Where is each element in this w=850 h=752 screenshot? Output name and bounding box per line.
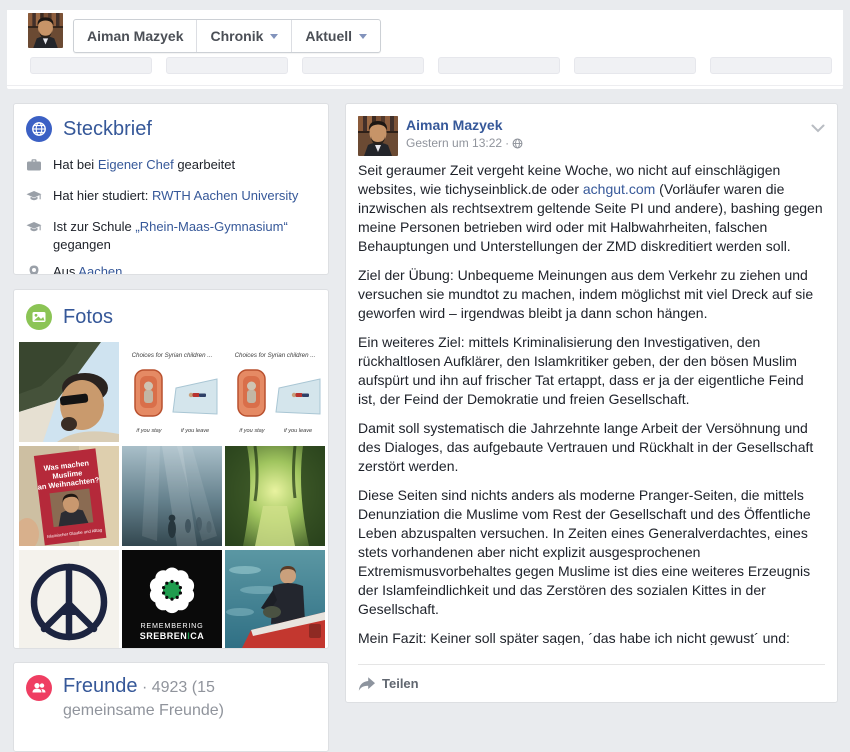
share-label: Teilen [382, 676, 419, 691]
photo-cartoon-choices-2[interactable]: Choices for Syrian children ... if you s… [225, 342, 325, 442]
hidden-card-stub [166, 57, 288, 74]
graduation-cap-icon [26, 218, 42, 254]
steckbrief-title: Steckbrief [63, 116, 152, 142]
tab-chronik-label: Chronik [210, 28, 263, 44]
photo-grid: Choices for Syrian children ... if you s… [19, 342, 323, 649]
profile-tab-bar: Aiman Mazyek Chronik Aktuell [73, 19, 381, 53]
cartoon-caption-stay: if you stay [136, 428, 162, 434]
hidden-card-stub [438, 57, 560, 74]
post-body: Seit geraumer Zeit vergeht keine Woche, … [346, 151, 837, 645]
tab-aktuell-label: Aktuell [305, 28, 352, 44]
link-achgut[interactable]: achgut.com [583, 181, 655, 197]
cartoon-title: Choices for Syrian children ... [235, 352, 316, 359]
steckbrief-row-university: Hat hier studiert: RWTH Aachen Universit… [26, 187, 316, 209]
fotos-title: Fotos [63, 304, 113, 330]
link-eigener-chef[interactable]: Eigener Chef [98, 157, 174, 172]
profile-nav-band: Aiman Mazyek Chronik Aktuell [7, 10, 843, 89]
photos-icon [26, 304, 52, 330]
portrait-image [28, 13, 63, 48]
fotos-header: Fotos [14, 290, 328, 342]
share-icon [358, 677, 375, 691]
photo-peace-eiffel[interactable] [19, 550, 119, 649]
globe-icon [26, 116, 52, 142]
post-card: Aiman Mazyek Gestern um 13:22 · Seit ger… [345, 103, 838, 703]
tab-chronik[interactable]: Chronik [197, 20, 292, 52]
row-text: Ist zur Schule [53, 219, 135, 234]
svg-text:SREBRENICA: SREBRENICA [140, 631, 205, 641]
row-text: gearbeitet [174, 157, 235, 172]
photo-man-mountain[interactable] [19, 342, 119, 442]
chevron-down-icon [270, 34, 278, 39]
photo-srebrenica[interactable]: REMEMBERING SREBRENICA [122, 550, 222, 649]
post-meta: Gestern um 13:22 · [406, 135, 825, 151]
hidden-card-stub [30, 57, 152, 74]
privacy-globe-icon [512, 138, 523, 149]
post-paragraph: Diese Seiten sind nichts anders als mode… [358, 486, 825, 619]
cartoon-caption-stay: if you stay [239, 428, 265, 434]
post-author-name[interactable]: Aiman Mazyek [406, 116, 825, 135]
link-rhein-maas-gymnasium[interactable]: „Rhein-Maas-Gymnasium“ [135, 219, 287, 234]
cartoon-caption-leave: if you leave [284, 428, 312, 434]
steckbrief-row-hometown: Aus Aachen [26, 263, 316, 275]
post-options-chevron-icon[interactable] [811, 120, 825, 138]
steckbrief-header: Steckbrief [26, 116, 316, 142]
steckbrief-row-work: Hat bei Eigener Chef gearbeitet [26, 156, 316, 178]
photo-cartoon-choices-1[interactable]: Choices for Syrian children ... if you s… [122, 342, 222, 442]
link-rwth-aachen[interactable]: RWTH Aachen University [152, 188, 298, 203]
share-button[interactable]: Teilen [358, 664, 825, 702]
photo-forest-stream[interactable] [225, 446, 325, 546]
profile-name-tab[interactable]: Aiman Mazyek [74, 20, 197, 52]
post-header: Aiman Mazyek Gestern um 13:22 · [346, 104, 837, 151]
post-paragraph: Mein Fazit: Keiner soll später sagen, ´d… [358, 629, 825, 645]
post-paragraph: Ziel der Übung: Unbequeme Meinungen aus … [358, 266, 825, 323]
chevron-down-icon [359, 34, 367, 39]
post-author-avatar[interactable] [358, 116, 398, 156]
row-text: Hat bei [53, 157, 98, 172]
profile-name-label: Aiman Mazyek [87, 28, 183, 44]
hidden-card-stub [710, 57, 832, 74]
portrait-image [358, 116, 398, 156]
graduation-cap-icon [26, 187, 42, 209]
meta-separator: · [505, 135, 509, 151]
divider [7, 85, 843, 86]
photo-book-cover[interactable]: Was machen Muslime an Weihnachten? Islam… [19, 446, 119, 546]
hidden-card-stub [574, 57, 696, 74]
hidden-card-stub [302, 57, 424, 74]
steckbrief-row-school: Ist zur Schule „Rhein-Maas-Gymnasium“ ge… [26, 218, 316, 254]
post-paragraph: Seit geraumer Zeit vergeht keine Woche, … [358, 161, 825, 256]
link-aachen[interactable]: Aachen [78, 264, 122, 275]
post-timestamp[interactable]: Gestern um 13:22 [406, 135, 502, 151]
profile-photo-thumbnail[interactable] [28, 13, 63, 48]
srebrenica-line1: REMEMBERING [140, 621, 203, 630]
photo-man-boat[interactable] [225, 550, 325, 649]
location-pin-icon [26, 263, 42, 275]
briefcase-icon [26, 156, 42, 178]
row-text: Aus [53, 264, 78, 275]
friends-icon [26, 675, 52, 701]
freunde-title[interactable]: Freunde [63, 675, 138, 697]
row-text: Hat hier studiert: [53, 188, 152, 203]
cartoon-caption-leave: if you leave [181, 428, 209, 434]
photo-underwater[interactable] [122, 446, 222, 546]
srebrenica-word-part: SREBREN [140, 631, 188, 641]
fotos-card: Fotos Choices for Syrian children ... [13, 289, 329, 649]
cartoon-title: Choices for Syrian children ... [132, 352, 213, 359]
steckbrief-card: Steckbrief Hat bei Eigener Chef gearbeit… [13, 103, 329, 275]
steckbrief-rows: Hat bei Eigener Chef gearbeitet Hat hier… [26, 156, 316, 275]
post-paragraph: Damit soll systematisch die Jahrzehnte l… [358, 419, 825, 476]
freunde-card: Freunde · 4923 (15 gemeinsame Freunde) [13, 662, 329, 752]
row-text: gegangen [53, 237, 111, 252]
tab-aktuell[interactable]: Aktuell [292, 20, 380, 52]
srebrenica-word-part: CA [190, 631, 204, 641]
post-paragraph: Ein weiteres Ziel: mittels Kriminalisier… [358, 333, 825, 409]
